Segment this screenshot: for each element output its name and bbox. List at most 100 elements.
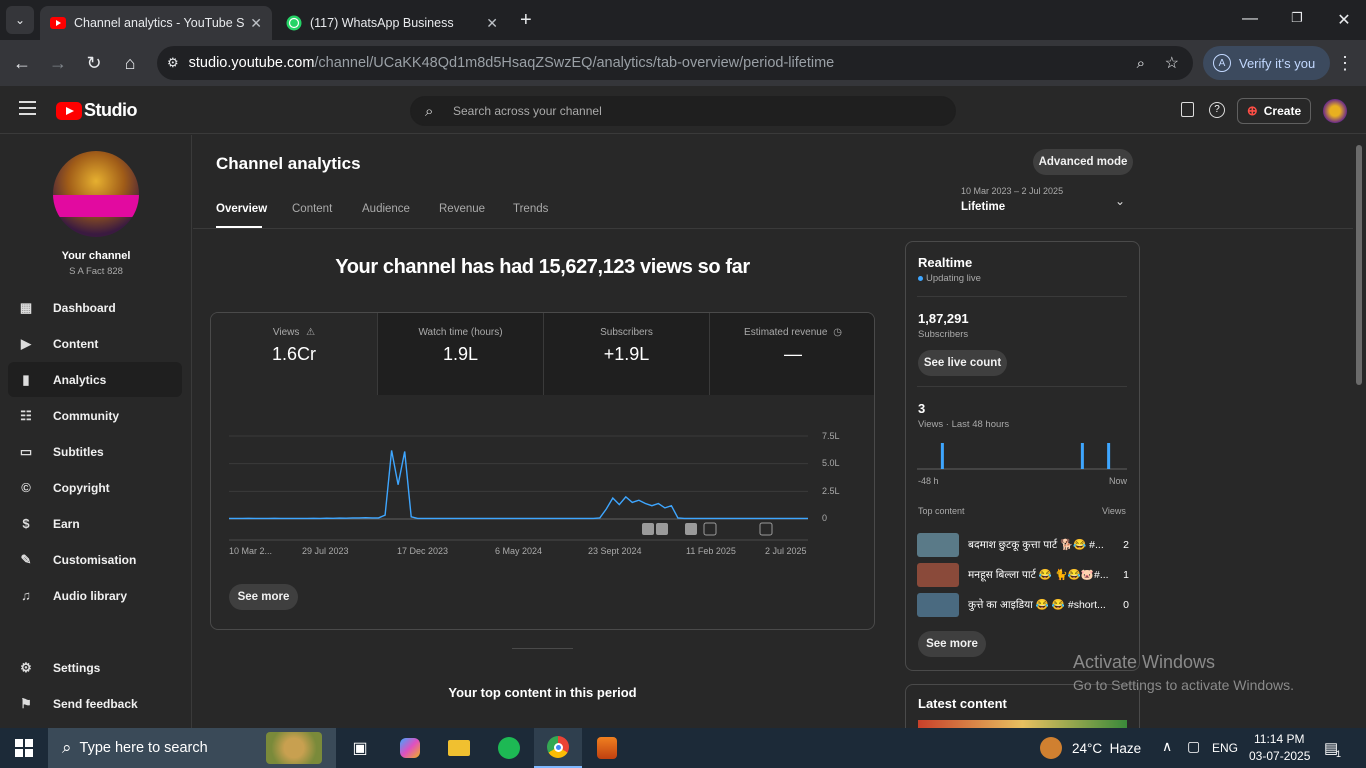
- sidebar-item-label: Analytics: [53, 372, 107, 387]
- top-content-item[interactable]: कुत्ते का आइडिया 😂 😂 #short... 0: [917, 592, 1129, 618]
- back-icon[interactable]: ←: [12, 53, 32, 74]
- tab-overview[interactable]: Overview: [216, 203, 267, 215]
- sidebar-item-audio-library[interactable]: ♫ Audio library: [8, 578, 182, 613]
- video-title: कुत्ते का आइडिया 😂 😂 #short...: [968, 599, 1106, 611]
- realtime-see-more-button[interactable]: See more: [918, 631, 986, 657]
- top-content-item[interactable]: मनहूस बिल्ला पार्ट 😂 🐈😂🐷#... 1: [917, 562, 1129, 588]
- advanced-mode-button[interactable]: Advanced mode: [1033, 149, 1133, 175]
- feedback-icon[interactable]: [1181, 102, 1194, 117]
- dashboard-icon: ▦: [19, 299, 33, 315]
- tab-search-button[interactable]: ⌄: [6, 6, 34, 34]
- latest-video-thumbnail[interactable]: [918, 720, 1127, 728]
- copilot-icon[interactable]: [386, 728, 434, 768]
- analytics-icon: ▮: [22, 371, 30, 387]
- metric-value: +1.9L: [603, 344, 650, 364]
- verify-profile-button[interactable]: A Verify it's you: [1203, 46, 1330, 80]
- account-avatar[interactable]: [1323, 99, 1347, 123]
- language-indicator[interactable]: ENG: [1212, 741, 1238, 755]
- search-icon: ⌕: [62, 738, 72, 757]
- top-content-item[interactable]: बदमाश छुटकू कुत्ता पार्ट 🐕😂 #... 2: [917, 532, 1129, 558]
- zoom-icon[interactable]: ⌕: [1137, 55, 1145, 72]
- realtime-views-count: 3: [918, 401, 926, 416]
- copyright-icon: ©: [21, 480, 31, 495]
- tab-whatsapp[interactable]: (117) WhatsApp Business ✕: [276, 6, 508, 40]
- create-label: Create: [1263, 104, 1302, 118]
- search-highlight-image: [266, 732, 322, 764]
- sidebar-item-settings[interactable]: ⚙ Settings: [8, 650, 182, 685]
- period-selector[interactable]: 10 Mar 2023 – 2 Jul 2025 Lifetime ⌄: [961, 186, 1131, 222]
- meet-now-icon[interactable]: ▢: [1187, 738, 1200, 755]
- metric-estimated-revenue[interactable]: Estimated revenue ◷ —: [709, 313, 874, 395]
- tab-trends[interactable]: Trends: [513, 203, 548, 215]
- realtime-view-bar: [1080, 443, 1084, 469]
- earn-icon: $: [22, 516, 30, 531]
- channel-search-input[interactable]: ⌕ Search across your channel: [410, 96, 956, 126]
- taskbar-search-box[interactable]: ⌕ Type here to search: [48, 728, 336, 768]
- sidebar-item-dashboard[interactable]: ▦ Dashboard: [8, 290, 182, 325]
- channel-avatar[interactable]: [53, 151, 139, 237]
- windows-taskbar: ⌕ Type here to search ▣ 24°C Haze ∧ ▢ EN…: [0, 728, 1366, 768]
- url-bar[interactable]: ⚙ studio.youtube.com /channel/UCaKK48Qd1…: [157, 46, 1193, 80]
- close-window-icon[interactable]: ✕: [1334, 10, 1354, 30]
- x-tick-label: 17 Dec 2023: [397, 546, 449, 556]
- file-explorer-icon[interactable]: [435, 728, 483, 768]
- metric-views[interactable]: Views ⚠ 1.6Cr: [211, 313, 377, 395]
- see-more-button[interactable]: See more: [229, 584, 298, 610]
- sidebar-item-content[interactable]: ▶ Content: [8, 326, 182, 361]
- sidebar-item-label: Earn: [53, 516, 80, 531]
- logo-text: Studio: [84, 100, 138, 120]
- page-scrollbar[interactable]: [1356, 145, 1362, 385]
- fl-studio-icon[interactable]: [583, 728, 631, 768]
- metric-watch-time[interactable]: Watch time (hours) 1.9L: [377, 313, 543, 395]
- new-tab-icon[interactable]: +: [520, 9, 532, 32]
- minimize-icon[interactable]: —: [1240, 10, 1260, 28]
- show-hidden-icons[interactable]: ∧: [1162, 738, 1172, 755]
- realtime-views-bar-chart[interactable]: [917, 438, 1127, 470]
- weather-widget[interactable]: 24°C Haze: [1040, 728, 1141, 768]
- sidebar-item-analytics[interactable]: ▮ Analytics: [8, 362, 182, 397]
- create-button[interactable]: ⊕ Create: [1237, 98, 1311, 124]
- close-tab-icon[interactable]: ✕: [486, 15, 498, 32]
- weather-text: 24°C Haze: [1072, 740, 1142, 756]
- studio-logo[interactable]: Studio: [56, 100, 138, 121]
- spotify-icon[interactable]: [485, 728, 533, 768]
- sidebar-item-label: Subtitles: [53, 444, 104, 459]
- clock-time[interactable]: 11:14 PM: [1254, 732, 1304, 746]
- reload-icon[interactable]: ↻: [84, 53, 104, 74]
- y-tick-label: 2.5L: [822, 486, 840, 496]
- close-tab-icon[interactable]: ✕: [250, 15, 262, 32]
- analytics-card: Views ⚠ 1.6Cr Watch time (hours) 1.9L Su…: [210, 312, 875, 630]
- clock-date[interactable]: 03-07-2025: [1249, 749, 1310, 763]
- hamburger-menu-icon[interactable]: [19, 101, 36, 115]
- tab-content[interactable]: Content: [292, 203, 332, 215]
- see-live-count-button[interactable]: See live count: [918, 350, 1007, 376]
- sidebar-item-copyright[interactable]: © Copyright: [8, 470, 182, 505]
- home-icon[interactable]: ⌂: [120, 53, 140, 74]
- sidebar-item-send-feedback[interactable]: ⚑ Send feedback: [8, 686, 182, 721]
- metric-subscribers[interactable]: Subscribers +1.9L: [543, 313, 709, 395]
- sidebar-item-earn[interactable]: $ Earn: [8, 506, 182, 541]
- youtube-favicon-icon: [50, 15, 66, 31]
- task-view-icon[interactable]: ▣: [336, 728, 384, 768]
- windows-start-icon[interactable]: [0, 728, 48, 768]
- x-tick-label: 29 Jul 2023: [302, 546, 349, 556]
- sidebar-item-subtitles[interactable]: ▭ Subtitles: [8, 434, 182, 469]
- sidebar-item-customisation[interactable]: ✎ Customisation: [8, 542, 182, 577]
- browser-menu-icon[interactable]: ⋮: [1335, 53, 1355, 74]
- activate-windows-subtitle: Go to Settings to activate Windows.: [1073, 677, 1294, 693]
- video-views: 0: [1123, 599, 1129, 611]
- live-dot-icon: [918, 276, 923, 281]
- restore-icon[interactable]: ❐: [1287, 10, 1307, 26]
- activate-windows-title: Activate Windows: [1073, 652, 1216, 672]
- site-info-icon[interactable]: ⚙: [167, 55, 179, 71]
- tab-revenue[interactable]: Revenue: [439, 203, 485, 215]
- chrome-icon[interactable]: [534, 728, 582, 768]
- bookmark-star-icon[interactable]: ☆: [1165, 53, 1179, 73]
- tab-youtube-studio[interactable]: Channel analytics - YouTube Stu ✕: [40, 6, 272, 40]
- customisation-icon: ✎: [20, 551, 32, 567]
- help-icon[interactable]: ?: [1209, 102, 1225, 118]
- sidebar-item-community[interactable]: ☷ Community: [8, 398, 182, 433]
- chevron-down-icon: ⌄: [1114, 194, 1125, 208]
- forward-icon[interactable]: →: [48, 53, 68, 74]
- tab-audience[interactable]: Audience: [362, 203, 410, 215]
